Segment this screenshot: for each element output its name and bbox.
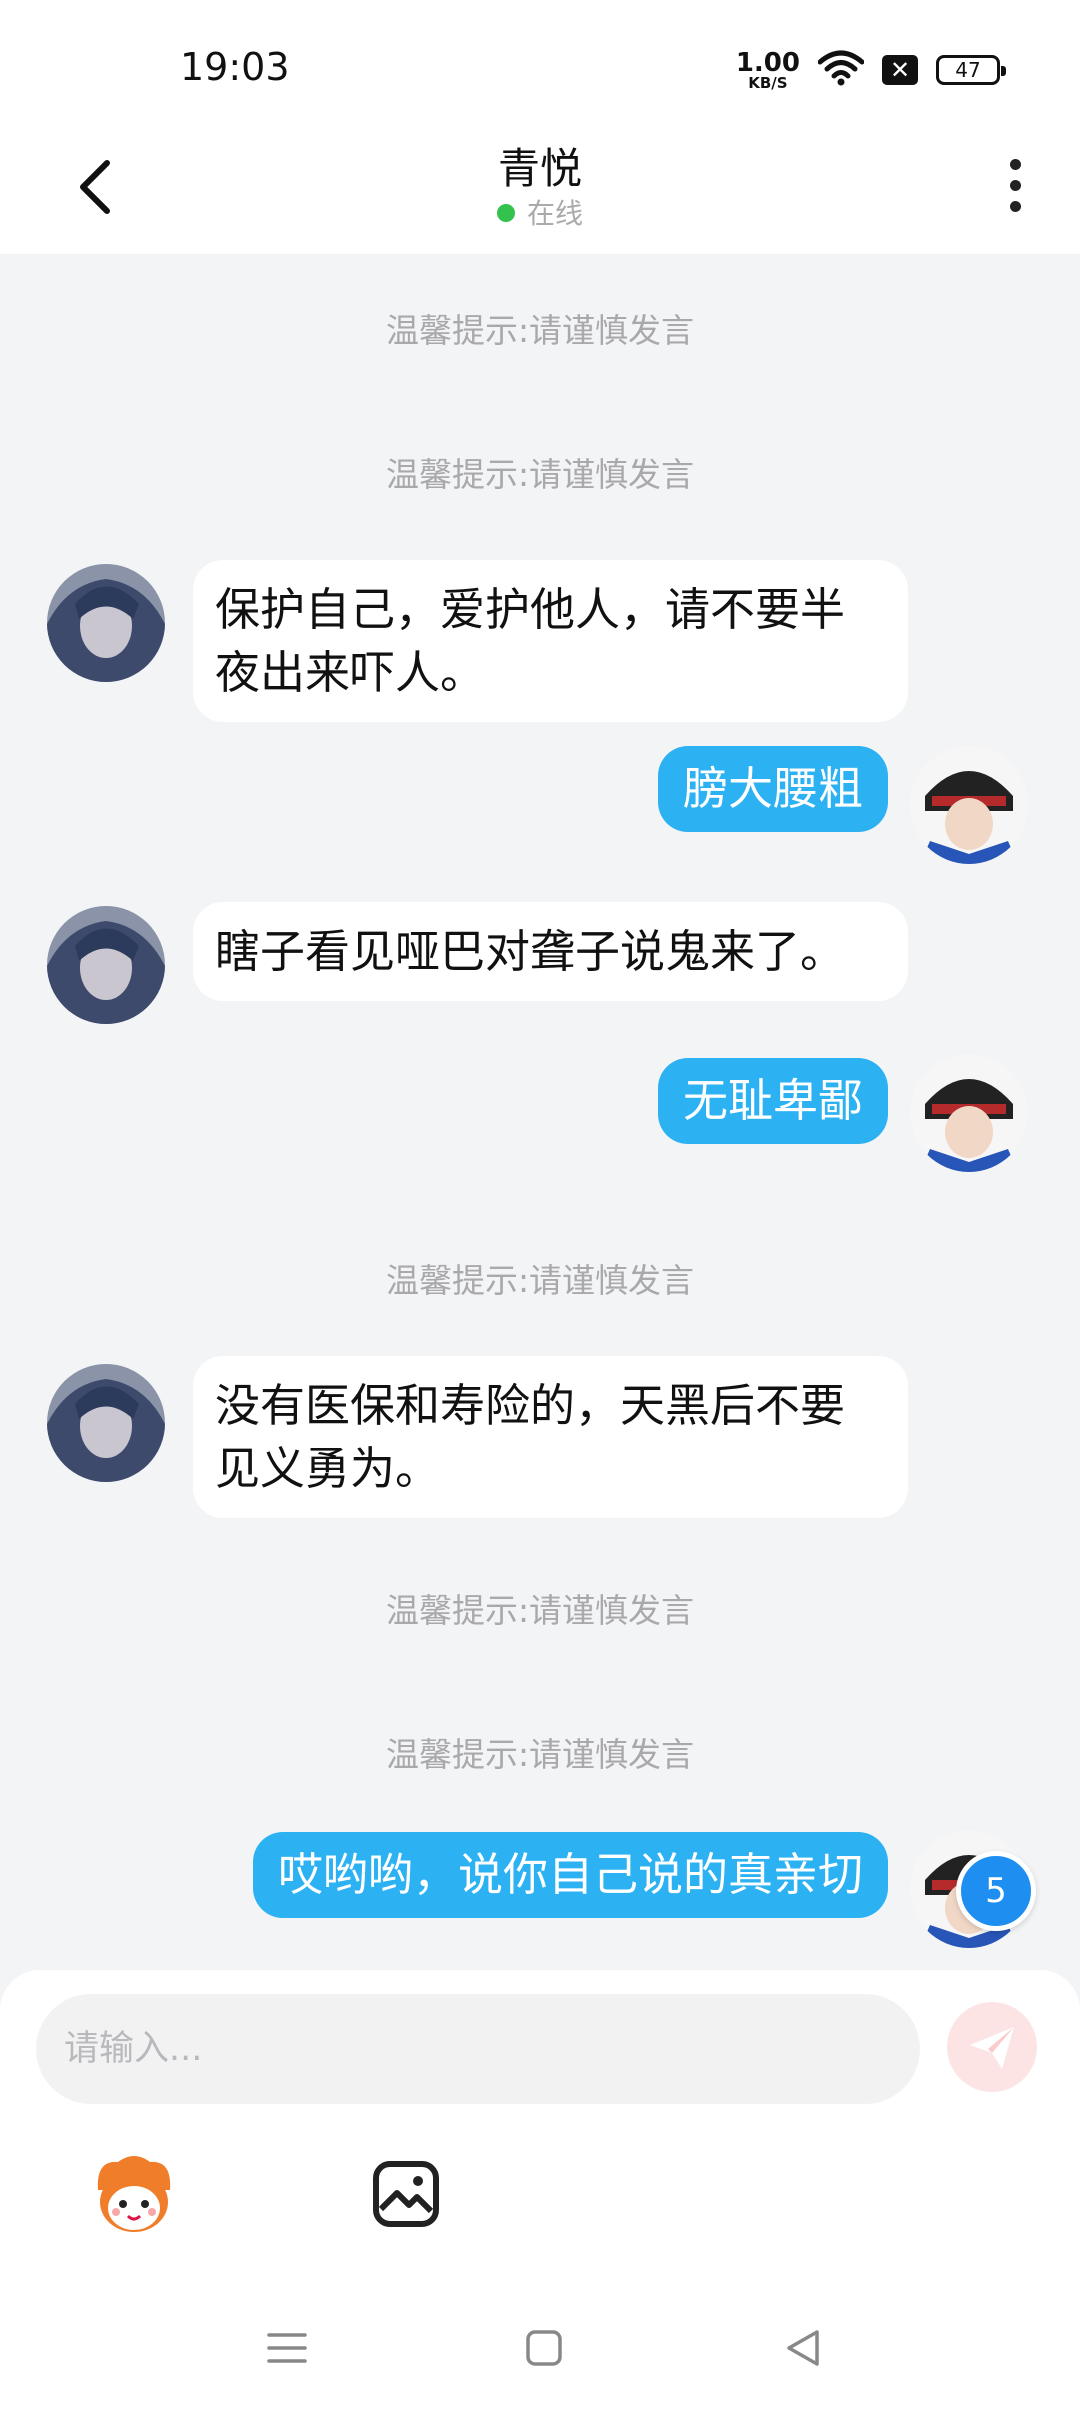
contact-avatar[interactable]	[47, 1364, 165, 1482]
emoji-button[interactable]	[88, 2150, 180, 2242]
message-input[interactable]	[36, 1994, 920, 2104]
paper-plane-icon	[970, 2027, 1014, 2069]
net-speed-unit: KB/S	[748, 73, 788, 92]
back-triangle-icon	[787, 2330, 819, 2366]
send-button[interactable]	[947, 2002, 1037, 2092]
my-avatar[interactable]	[910, 1054, 1028, 1172]
battery-level: 47	[955, 58, 981, 82]
more-dot-icon	[1009, 158, 1021, 170]
wifi-icon	[817, 50, 865, 90]
online-status: 在线	[0, 192, 1080, 232]
mascot-emoji-icon	[97, 2156, 171, 2232]
my-avatar[interactable]	[910, 746, 1028, 864]
contact-name: 青悦	[497, 144, 582, 193]
message-bubble-outgoing[interactable]: 哎哟哟，说你自己说的真亲切	[252, 1832, 888, 1918]
chat-area[interactable]: 温馨提示:请谨慎发言 温馨提示:请谨慎发言 保护自己，爱护他人，请不要半夜出来吓…	[0, 254, 1080, 1974]
status-time: 19:03	[180, 45, 290, 89]
warning-hint: 温馨提示:请谨慎发言	[385, 1261, 695, 1300]
image-button[interactable]	[362, 2150, 450, 2238]
warning-hint: 温馨提示:请谨慎发言	[385, 455, 695, 494]
warning-hint: 温馨提示:请谨慎发言	[385, 1591, 695, 1630]
chat-header: 青悦 在线	[0, 130, 1080, 254]
status-bar: 19:03 1.00 KB/S ✕ 47	[0, 0, 1080, 130]
menu-nav-button[interactable]	[257, 2318, 317, 2378]
online-status-label: 在线	[526, 197, 583, 230]
image-icon	[373, 2161, 439, 2227]
unread-count-badge[interactable]: 5	[956, 1851, 1036, 1931]
menu-icon	[267, 2333, 307, 2363]
more-dot-icon	[1009, 179, 1021, 191]
home-nav-button[interactable]	[514, 2318, 574, 2378]
back-nav-button[interactable]	[773, 2318, 833, 2378]
status-icons: 1.00 KB/S ✕ 47	[736, 48, 1006, 92]
contact-avatar[interactable]	[47, 906, 165, 1024]
close-badge-icon: ✕	[882, 55, 918, 85]
message-bubble-outgoing[interactable]: 膀大腰粗	[657, 746, 888, 832]
home-square-icon	[526, 2330, 562, 2366]
warning-hint: 温馨提示:请谨慎发言	[385, 1735, 695, 1774]
warning-hint: 温馨提示:请谨慎发言	[385, 311, 695, 350]
online-dot-icon	[496, 204, 515, 222]
contact-avatar[interactable]	[47, 564, 165, 682]
battery-icon: 47	[936, 55, 1006, 85]
message-bubble-outgoing[interactable]: 无耻卑鄙	[657, 1058, 888, 1144]
system-nav-bar	[0, 2290, 1080, 2412]
message-bubble-incoming[interactable]: 保护自己，爱护他人，请不要半夜出来吓人。	[193, 560, 908, 722]
message-bubble-incoming[interactable]: 没有医保和寿险的，天黑后不要见义勇为。	[193, 1356, 908, 1518]
more-options-button[interactable]	[990, 150, 1040, 220]
network-speed: 1.00 KB/S	[736, 50, 800, 91]
message-bubble-incoming[interactable]: 瞎子看见哑巴对聋子说鬼来了。	[193, 902, 908, 1001]
net-speed-value: 1.00	[735, 47, 800, 78]
more-dot-icon	[1009, 200, 1021, 212]
